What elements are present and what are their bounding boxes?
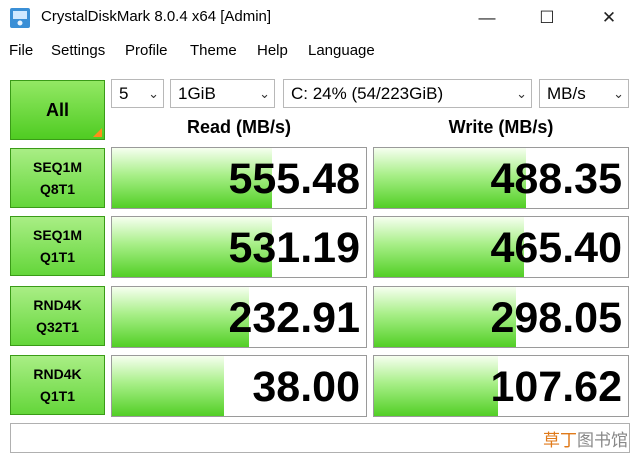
drive-value: C: 24% (54/223GiB) — [291, 84, 444, 103]
test-button-rnd4k-q1t1[interactable]: RND4K Q1T1 — [10, 355, 105, 415]
read-result-value: 38.00 — [252, 363, 360, 411]
read-result-value: 531.19 — [228, 224, 360, 272]
close-icon[interactable]: ✕ — [586, 0, 632, 36]
comment-input[interactable] — [10, 423, 630, 453]
write-result-value: 107.62 — [490, 363, 622, 411]
drive-select[interactable]: C: 24% (54/223GiB) ⌄ — [283, 79, 532, 108]
watermark: 草丁图书馆 — [543, 426, 628, 451]
read-column-header: Read (MB/s) — [186, 117, 291, 137]
test-button-seq1m-q8t1[interactable]: SEQ1M Q8T1 — [10, 148, 105, 208]
write-result-value: 488.35 — [490, 155, 622, 203]
write-progress-fill — [374, 356, 499, 416]
menu-theme[interactable]: Theme — [190, 42, 237, 59]
write-result-value: 298.05 — [490, 294, 622, 342]
read-result-value: 555.48 — [228, 155, 360, 203]
write-result-cell: 465.40 — [373, 216, 629, 278]
menu-profile[interactable]: Profile — [125, 42, 168, 59]
test-name: RND4K — [33, 297, 82, 313]
read-result-cell: 531.19 — [111, 216, 367, 278]
test-name: RND4K — [33, 366, 82, 382]
chevron-down-icon: ⌄ — [613, 86, 624, 101]
crystaldiskmark-app-icon — [10, 8, 30, 28]
read-result-cell: 232.91 — [111, 286, 367, 348]
menu-language[interactable]: Language — [308, 42, 375, 59]
watermark-part-2: 图书馆 — [577, 431, 628, 450]
read-result-value: 232.91 — [228, 294, 360, 342]
write-result-cell: 488.35 — [373, 147, 629, 209]
test-button-seq1m-q1t1[interactable]: SEQ1M Q1T1 — [10, 216, 105, 276]
maximize-icon[interactable]: ☐ — [524, 0, 570, 36]
menu-bar: File Settings Profile Theme Help Languag… — [0, 38, 640, 64]
write-result-cell: 298.05 — [373, 286, 629, 348]
watermark-part-1: 草丁 — [543, 431, 577, 450]
chevron-down-icon: ⌄ — [148, 86, 159, 101]
test-count-select[interactable]: 5 ⌄ — [111, 79, 164, 108]
test-name: SEQ1M — [32, 227, 82, 243]
title-bar: CrystalDiskMark 8.0.4 x64 [Admin] — ☐ ✕ — [0, 0, 640, 36]
chevron-down-icon: ⌄ — [516, 86, 527, 101]
write-column-header: Write (MB/s) — [448, 117, 554, 137]
test-params: Q8T1 — [39, 181, 75, 197]
test-name: SEQ1M — [32, 159, 82, 175]
test-params: Q32T1 — [36, 319, 79, 335]
test-params: Q1T1 — [39, 388, 75, 404]
read-result-cell: 555.48 — [111, 147, 367, 209]
test-size-value: 1GiB — [178, 84, 216, 103]
chevron-down-icon: ⌄ — [259, 86, 270, 101]
menu-help[interactable]: Help — [257, 42, 288, 59]
read-result-cell: 38.00 — [111, 355, 367, 417]
menu-settings[interactable]: Settings — [51, 42, 105, 59]
read-progress-fill — [112, 356, 224, 416]
window-title: CrystalDiskMark 8.0.4 x64 [Admin] — [41, 8, 272, 25]
corner-marker-icon — [93, 128, 102, 137]
minimize-icon[interactable]: — — [464, 0, 510, 36]
test-size-select[interactable]: 1GiB ⌄ — [170, 79, 275, 108]
menu-file[interactable]: File — [9, 42, 33, 59]
unit-select[interactable]: MB/s ⌄ — [539, 79, 629, 108]
all-button[interactable]: All — [10, 80, 105, 140]
all-button-label: All — [45, 99, 69, 120]
write-result-value: 465.40 — [490, 224, 622, 272]
unit-value: MB/s — [547, 84, 586, 103]
test-count-value: 5 — [119, 84, 129, 103]
test-button-rnd4k-q32t1[interactable]: RND4K Q32T1 — [10, 286, 105, 346]
write-result-cell: 107.62 — [373, 355, 629, 417]
test-params: Q1T1 — [39, 249, 75, 265]
